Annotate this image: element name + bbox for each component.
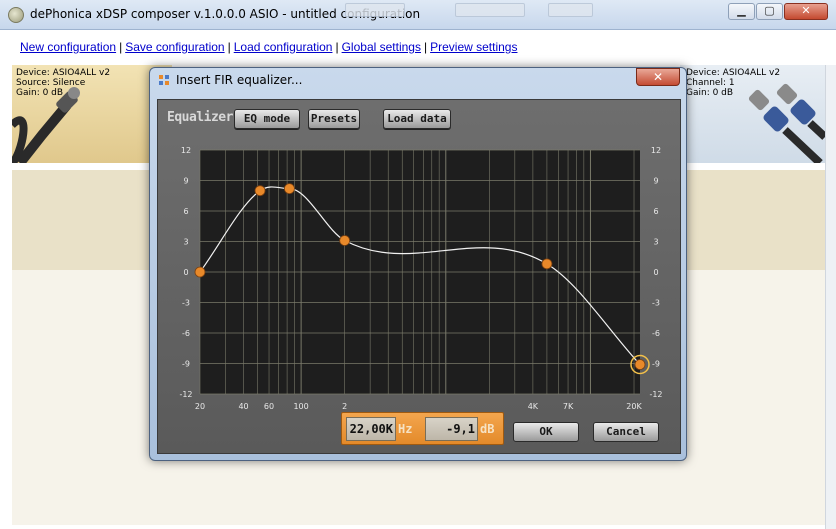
background-toolbar-button — [455, 3, 525, 17]
y-tick-label-right: -3 — [652, 299, 660, 308]
y-tick-label-right: 3 — [653, 238, 658, 247]
eq-control-point[interactable] — [194, 266, 206, 278]
frequency-value-field[interactable]: 22,00K — [346, 417, 396, 441]
gain-value-field[interactable]: -9,1 — [425, 417, 478, 441]
y-tick-label-right: -12 — [649, 390, 662, 399]
x-tick-label: 20 — [195, 402, 205, 410]
eq-control-point[interactable] — [339, 235, 351, 246]
background-toolbar-button — [548, 3, 593, 17]
x-tick-label: 20K — [626, 402, 642, 410]
y-tick-label-right: 9 — [653, 177, 658, 186]
dialog-titlebar[interactable]: Insert FIR equalizer... ✕ — [150, 68, 686, 92]
cancel-button[interactable]: Cancel — [593, 422, 659, 442]
y-tick-label-right: -9 — [652, 360, 660, 369]
load-data-button[interactable]: Load data — [383, 109, 451, 129]
speakon-connector-icon — [748, 83, 825, 163]
equalizer-panel: Equalizer EQ mode Presets Load data 12 12… — [157, 99, 681, 454]
y-tick-label-left: -12 — [179, 390, 192, 399]
global-settings-link[interactable]: Global settings — [342, 40, 421, 54]
eq-control-point[interactable] — [541, 258, 553, 270]
frequency-unit-label: Hz — [398, 422, 413, 436]
background-toolbar-button — [345, 3, 405, 17]
equalizer-header: Equalizer — [167, 110, 233, 125]
y-tick-label-left: 12 — [181, 146, 191, 155]
eq-mode-button[interactable]: EQ mode — [234, 109, 300, 129]
gain-unit-label: dB — [480, 422, 495, 436]
save-configuration-link[interactable]: Save configuration — [125, 40, 224, 54]
y-tick-label-left: 0 — [183, 268, 188, 277]
load-configuration-link[interactable]: Load configuration — [234, 40, 333, 54]
x-tick-label: 7K — [563, 402, 574, 410]
fir-equalizer-dialog: Insert FIR equalizer... ✕ Equalizer EQ m… — [149, 67, 687, 461]
x-tick-label: 100 — [293, 402, 308, 410]
x-tick-label: 2 — [342, 402, 347, 410]
main-titlebar: dePhonica xDSP composer v.1.0.0.0 ASIO -… — [0, 0, 836, 30]
eq-control-point[interactable] — [284, 183, 295, 195]
app-icon — [8, 7, 24, 23]
xlr-connector-icon — [12, 87, 80, 163]
eq-control-point[interactable] — [634, 359, 646, 370]
y-tick-label-left: -3 — [182, 299, 190, 308]
output-device-panel[interactable]: Device: ASIO4ALL v2 Channel: 1 Gain: 0 d… — [680, 65, 825, 163]
eq-control-point[interactable] — [254, 185, 266, 197]
y-tick-label-right: 6 — [653, 207, 658, 216]
y-tick-label-right: -6 — [652, 329, 660, 338]
presets-button[interactable]: Presets — [308, 109, 360, 129]
y-tick-label-left: 6 — [183, 207, 188, 216]
close-window-button[interactable]: ✕ — [784, 3, 828, 20]
source-device-panel[interactable]: Device: ASIO4ALL v2 Source: Silence Gain… — [12, 65, 172, 163]
dialog-close-button[interactable]: ✕ — [636, 68, 680, 86]
y-tick-label-left: -9 — [182, 360, 190, 369]
y-tick-label-right: 12 — [651, 146, 661, 155]
point-readout: 22,00K Hz -9,1 dB — [341, 412, 504, 445]
window-right-edge — [825, 65, 836, 529]
x-tick-label: 40 — [238, 402, 248, 410]
x-tick-label: 60 — [264, 402, 274, 410]
eq-response-chart[interactable]: 12 129 96 63 30 0-3 -3-6 -6-9 -9-12 -1220 40 60 100 2… — [166, 140, 676, 410]
minimize-button[interactable]: ▁ — [728, 3, 755, 20]
x-tick-label: 4K — [528, 402, 539, 410]
y-tick-label-right: 0 — [653, 268, 658, 277]
preview-settings-link[interactable]: Preview settings — [430, 40, 517, 54]
menu-bar: New configuration | Save configuration | Loa… — [20, 40, 518, 54]
y-tick-label-left: -6 — [182, 329, 190, 338]
maximize-button[interactable]: ▢ — [756, 3, 783, 20]
ok-button[interactable]: OK — [513, 422, 579, 442]
y-tick-label-left: 9 — [183, 177, 188, 186]
y-tick-label-left: 3 — [183, 238, 188, 247]
new-configuration-link[interactable]: New configuration — [20, 40, 116, 54]
equalizer-dialog-icon — [159, 75, 169, 85]
dialog-title: Insert FIR equalizer... — [176, 73, 303, 87]
